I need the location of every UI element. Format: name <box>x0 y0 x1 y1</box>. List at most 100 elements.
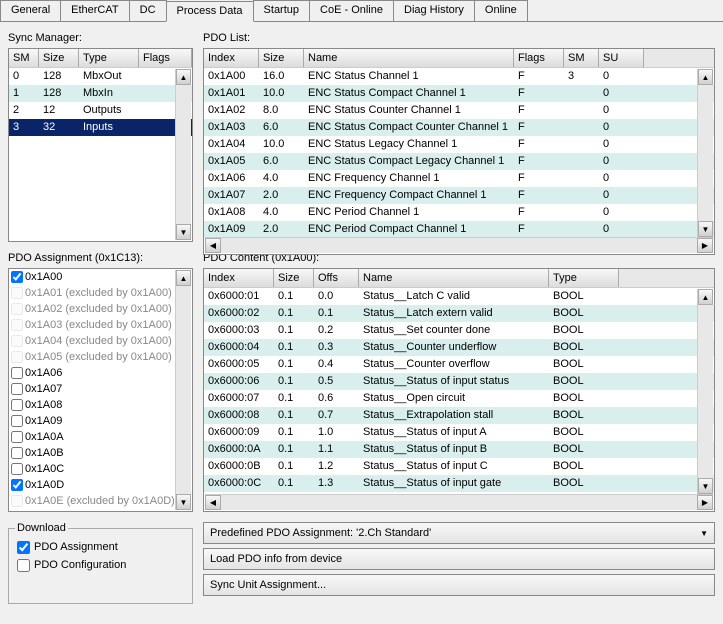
column-header[interactable]: Name <box>304 49 514 67</box>
tab-dc[interactable]: DC <box>129 0 167 21</box>
download-group: Download PDO Assignment PDO Configuratio… <box>8 522 193 604</box>
list-item[interactable]: 0x1A0E (excluded by 0x1A0D) <box>9 493 192 509</box>
list-item[interactable]: 0x1A02 (excluded by 0x1A00) <box>9 301 192 317</box>
table-row[interactable]: 0x6000:010.10.0Status__Latch C validBOOL <box>204 288 714 305</box>
load-pdo-button[interactable]: Load PDO info from device <box>203 548 715 570</box>
pdo-configuration-checkbox[interactable]: PDO Configuration <box>15 556 186 574</box>
column-header[interactable]: Size <box>259 49 304 67</box>
table-row[interactable]: 0x6000:090.11.0Status__Status of input A… <box>204 424 714 441</box>
sync-manager-label: Sync Manager: <box>8 32 193 44</box>
scrollbar[interactable]: ◀▶ <box>205 494 713 510</box>
table-row[interactable]: 0x6000:050.10.4Status__Counter overflowB… <box>204 356 714 373</box>
table-row[interactable]: 0x6000:0C0.11.3Status__Status of input g… <box>204 475 714 492</box>
table-row[interactable]: 0x6000:040.10.3Status__Counter underflow… <box>204 339 714 356</box>
column-header[interactable]: Size <box>39 49 79 67</box>
column-header[interactable]: Index <box>204 269 274 287</box>
tab-online[interactable]: Online <box>474 0 528 21</box>
checkbox[interactable] <box>11 351 23 363</box>
checkbox[interactable] <box>11 319 23 331</box>
table-row[interactable]: 0x6000:030.10.2Status__Set counter doneB… <box>204 322 714 339</box>
tab-bar: GeneralEtherCATDCProcess DataStartupCoE … <box>0 0 723 22</box>
list-item[interactable]: 0x1A09 <box>9 413 192 429</box>
scrollbar[interactable]: ▲▼ <box>697 69 713 237</box>
sync-manager-grid[interactable]: SMSizeTypeFlags 0128MbxOut1128MbxIn212Ou… <box>8 48 193 242</box>
table-row[interactable]: 0128MbxOut <box>9 68 192 85</box>
checkbox[interactable] <box>11 431 23 443</box>
table-row[interactable]: 0x6000:080.10.7Status__Extrapolation sta… <box>204 407 714 424</box>
list-item[interactable]: 0x1A0A <box>9 429 192 445</box>
list-item[interactable]: 0x1A06 <box>9 365 192 381</box>
column-header[interactable]: Type <box>549 269 619 287</box>
scrollbar[interactable]: ▲▼ <box>175 270 191 510</box>
table-row[interactable]: 0x1A0110.0ENC Status Compact Channel 1F0 <box>204 85 714 102</box>
predefined-pdo-dropdown[interactable]: Predefined PDO Assignment: '2.Ch Standar… <box>203 522 715 544</box>
checkbox[interactable] <box>11 495 23 507</box>
table-row[interactable]: 0x1A084.0ENC Period Channel 1F0 <box>204 204 714 221</box>
list-item[interactable]: 0x1A00 <box>9 269 192 285</box>
column-header[interactable]: SU <box>599 49 644 67</box>
tab-coe-online[interactable]: CoE - Online <box>309 0 394 21</box>
column-header[interactable]: Index <box>204 49 259 67</box>
checkbox[interactable] <box>11 383 23 395</box>
pdo-assignment-label: PDO Assignment (0x1C13): <box>8 252 193 264</box>
column-header[interactable]: SM <box>564 49 599 67</box>
table-row[interactable]: 0x6000:060.10.5Status__Status of input s… <box>204 373 714 390</box>
column-header[interactable]: Size <box>274 269 314 287</box>
sync-unit-button[interactable]: Sync Unit Assignment... <box>203 574 715 596</box>
checkbox[interactable] <box>11 303 23 315</box>
scrollbar[interactable]: ▲▼ <box>697 289 713 494</box>
checkbox[interactable] <box>11 415 23 427</box>
tab-process-data[interactable]: Process Data <box>166 1 254 22</box>
pdo-assignment-list[interactable]: 0x1A000x1A01 (excluded by 0x1A00)0x1A02 … <box>8 268 193 512</box>
checkbox[interactable] <box>11 287 23 299</box>
column-header[interactable]: SM <box>9 49 39 67</box>
pdo-list-grid[interactable]: IndexSizeNameFlagsSMSU 0x1A0016.0ENC Sta… <box>203 48 715 255</box>
table-row[interactable]: 0x1A072.0ENC Frequency Compact Channel 1… <box>204 187 714 204</box>
table-row[interactable]: 0x6000:070.10.6Status__Open circuitBOOL <box>204 390 714 407</box>
list-item[interactable]: 0x1A07 <box>9 381 192 397</box>
table-row[interactable]: 0x1A056.0ENC Status Compact Legacy Chann… <box>204 153 714 170</box>
tab-general[interactable]: General <box>0 0 61 21</box>
table-row[interactable]: 0x1A0016.0ENC Status Channel 1F30 <box>204 68 714 85</box>
scrollbar[interactable]: ◀▶ <box>205 237 713 253</box>
chevron-down-icon: ▼ <box>700 529 708 538</box>
table-row[interactable]: 0x1A028.0ENC Status Counter Channel 1F0 <box>204 102 714 119</box>
table-row[interactable]: 0x1A092.0ENC Period Compact Channel 1F0 <box>204 221 714 238</box>
tab-ethercat[interactable]: EtherCAT <box>60 0 129 21</box>
table-row[interactable]: 332Inputs <box>9 119 192 136</box>
table-row[interactable]: 0x1A036.0ENC Status Compact Counter Chan… <box>204 119 714 136</box>
list-item[interactable]: 0x1A04 (excluded by 0x1A00) <box>9 333 192 349</box>
list-item[interactable]: 0x1A08 <box>9 397 192 413</box>
table-row[interactable]: 1128MbxIn <box>9 85 192 102</box>
list-item[interactable]: 0x1A0D <box>9 477 192 493</box>
pdo-assignment-checkbox[interactable]: PDO Assignment <box>15 538 186 556</box>
table-row[interactable]: 212Outputs <box>9 102 192 119</box>
column-header[interactable]: Flags <box>514 49 564 67</box>
checkbox[interactable] <box>11 335 23 347</box>
column-header[interactable]: Flags <box>139 49 192 67</box>
table-row[interactable]: 0x1A064.0ENC Frequency Channel 1F0 <box>204 170 714 187</box>
list-item[interactable]: 0x1A05 (excluded by 0x1A00) <box>9 349 192 365</box>
table-row[interactable]: 0x6000:0A0.11.1Status__Status of input B… <box>204 441 714 458</box>
pdo-list-label: PDO List: <box>203 32 715 44</box>
checkbox[interactable] <box>11 463 23 475</box>
column-header[interactable]: Offs <box>314 269 359 287</box>
checkbox[interactable] <box>11 399 23 411</box>
scrollbar[interactable]: ▲▼ <box>175 69 191 240</box>
table-row[interactable]: 0x6000:020.10.1Status__Latch extern vali… <box>204 305 714 322</box>
list-item[interactable]: 0x1A03 (excluded by 0x1A00) <box>9 317 192 333</box>
tab-diag-history[interactable]: Diag History <box>393 0 475 21</box>
table-row[interactable]: 0x6000:0B0.11.2Status__Status of input C… <box>204 458 714 475</box>
checkbox[interactable] <box>11 479 23 491</box>
tab-startup[interactable]: Startup <box>253 0 310 21</box>
column-header[interactable]: Name <box>359 269 549 287</box>
checkbox[interactable] <box>11 447 23 459</box>
table-row[interactable]: 0x1A0410.0ENC Status Legacy Channel 1F0 <box>204 136 714 153</box>
column-header[interactable]: Type <box>79 49 139 67</box>
pdo-content-grid[interactable]: IndexSizeOffsNameType 0x6000:010.10.0Sta… <box>203 268 715 512</box>
checkbox[interactable] <box>11 367 23 379</box>
list-item[interactable]: 0x1A01 (excluded by 0x1A00) <box>9 285 192 301</box>
list-item[interactable]: 0x1A0B <box>9 445 192 461</box>
checkbox[interactable] <box>11 271 23 283</box>
list-item[interactable]: 0x1A0C <box>9 461 192 477</box>
